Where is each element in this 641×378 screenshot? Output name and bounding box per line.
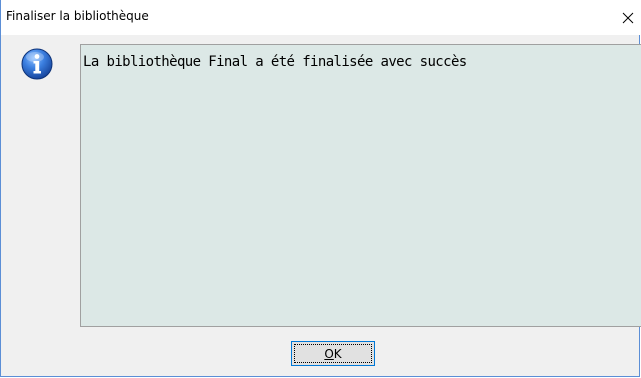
window-title: Finaliser la bibliothèque <box>6 9 149 23</box>
message-text: La bibliothèque Final a été finalisée av… <box>83 54 467 70</box>
close-icon <box>622 12 634 23</box>
dialog-window: Finaliser la bibliothèque La bibliothèqu… <box>0 0 641 377</box>
ok-button[interactable]: OK <box>291 341 375 366</box>
info-icon <box>21 48 53 80</box>
ok-button-label: OK <box>324 346 342 361</box>
close-button[interactable] <box>615 0 641 35</box>
title-bar[interactable]: Finaliser la bibliothèque <box>1 0 641 35</box>
message-text-area[interactable]: La bibliothèque Final a été finalisée av… <box>80 44 641 327</box>
